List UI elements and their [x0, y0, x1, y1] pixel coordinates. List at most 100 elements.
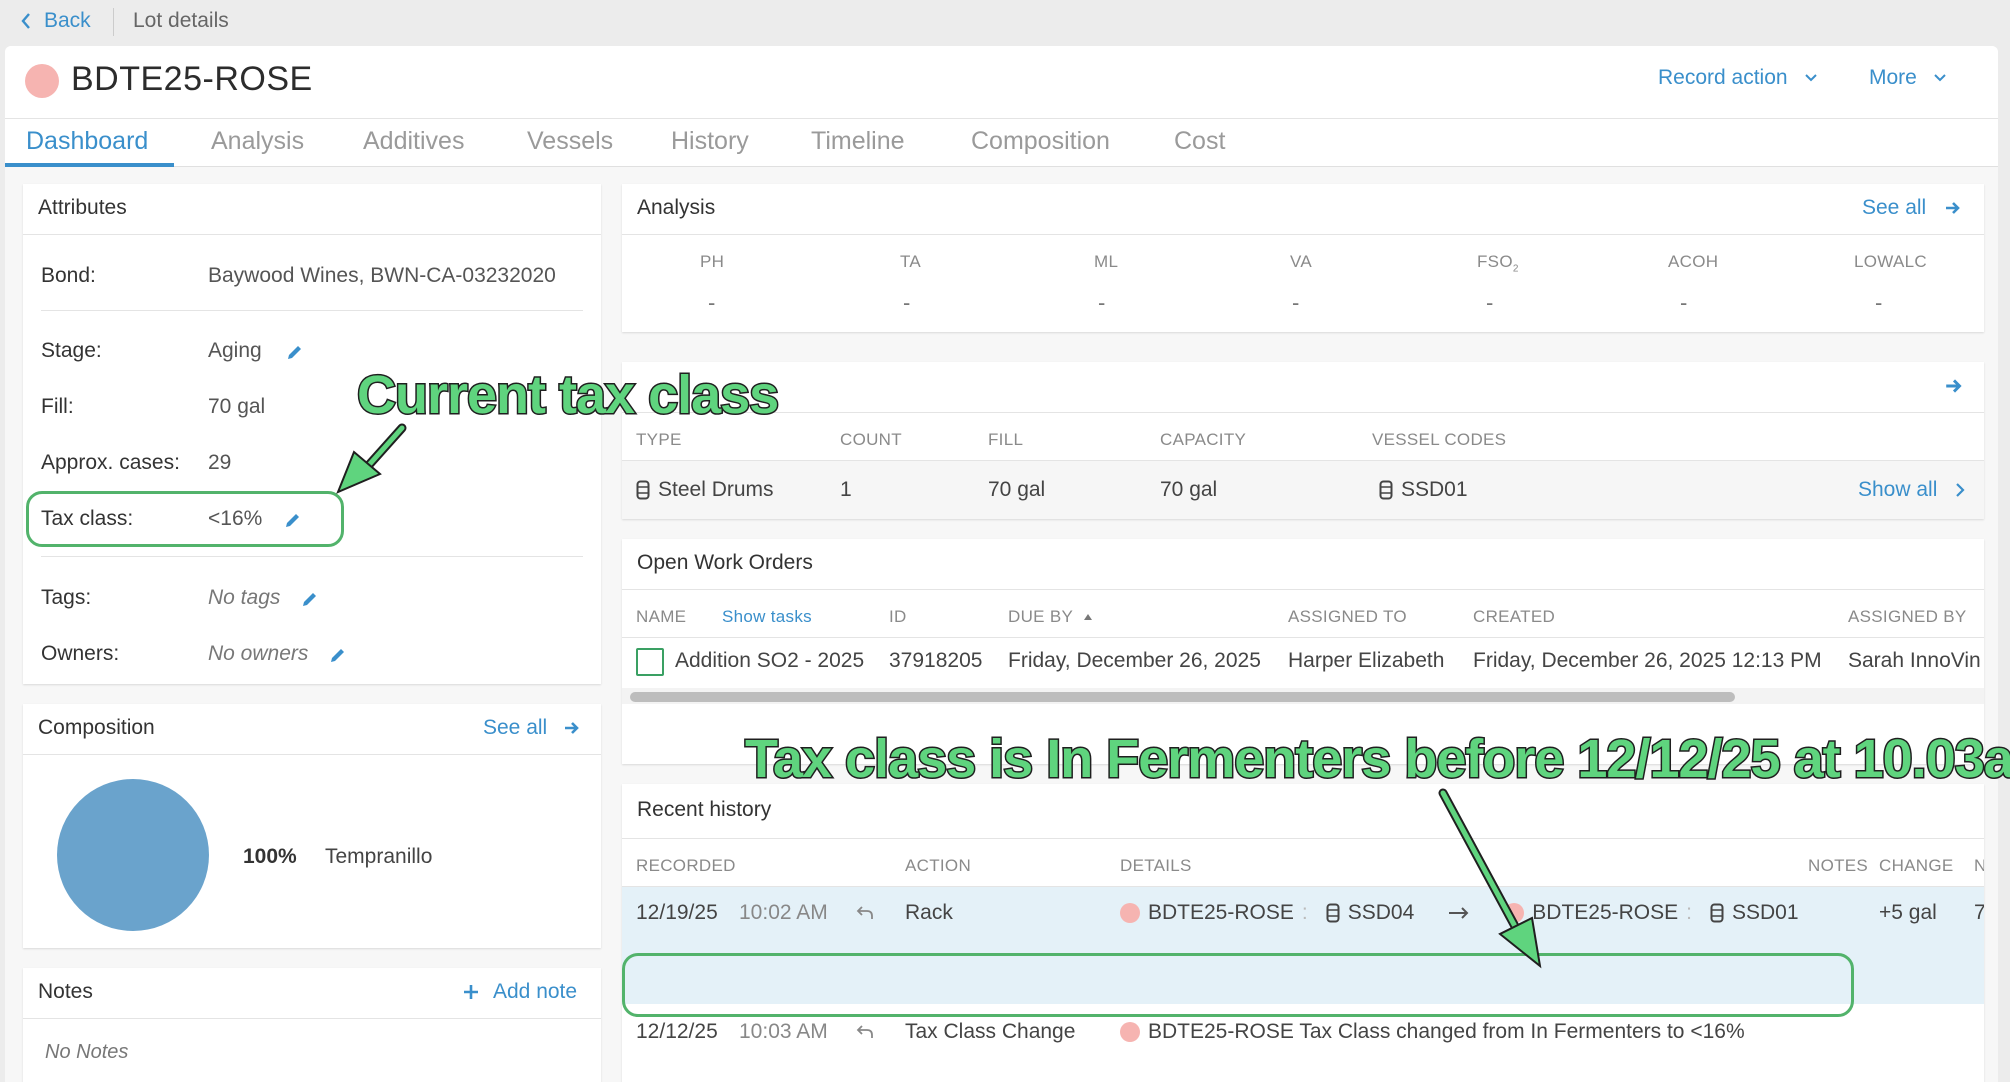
bond-label: Bond:: [41, 264, 96, 287]
wo-col-due-label: DUE BY: [1008, 607, 1074, 626]
more-label: More: [1869, 66, 1917, 89]
owners-label: Owners:: [41, 642, 120, 665]
vessels-col-type: TYPE: [636, 430, 682, 449]
tab-history[interactable]: History: [671, 127, 749, 156]
card-title: Composition: [38, 716, 155, 739]
wo-col-name: NAME: [636, 607, 687, 626]
analysis-value-ph: -: [708, 290, 716, 315]
history-card: Recent history RECORDED ACTION DETAILS N…: [622, 784, 1984, 1082]
analysis-col-ta: TA: [900, 252, 922, 271]
add-note-label: Add note: [493, 980, 578, 1003]
analysis-value-ml: -: [1098, 290, 1106, 315]
barrel-icon: [1710, 903, 1724, 923]
vessels-col-capacity: CAPACITY: [1160, 430, 1247, 449]
show-tasks-link[interactable]: Show tasks: [722, 607, 812, 627]
barrel-icon: [1326, 903, 1340, 923]
composition-see-all[interactable]: See all: [483, 716, 581, 740]
analysis-card: Analysis See all PH TA ML VA FSO2 ACOH L…: [622, 184, 1984, 332]
history-details-rack: BDTE25-ROSE: SSD04 BDTE25-ROSE: SSD01: [1120, 901, 1799, 925]
analysis-value-lowalc: -: [1875, 290, 1883, 315]
analysis-value-ta: -: [903, 290, 911, 315]
divider: [41, 310, 583, 311]
wo-assigned-to: Harper Elizabeth: [1288, 649, 1445, 672]
add-note-button[interactable]: Add note: [463, 980, 577, 1004]
analysis-value-va: -: [1292, 290, 1300, 315]
analysis-value-acoh: -: [1680, 290, 1688, 315]
edit-pencil-icon[interactable]: [300, 589, 320, 609]
tab-timeline[interactable]: Timeline: [811, 127, 905, 156]
horizontal-scrollbar-track[interactable]: [622, 688, 1984, 704]
wo-name[interactable]: Addition SO2 - 2025: [675, 649, 864, 673]
tab-composition[interactable]: Composition: [971, 127, 1110, 156]
notes-card: Notes Add note No Notes: [23, 968, 601, 1082]
scrollbar-thumb[interactable]: [630, 692, 1735, 702]
chevron-down-icon: [1934, 74, 1946, 82]
tab-analysis[interactable]: Analysis: [211, 127, 304, 156]
undo-icon[interactable]: [856, 905, 874, 921]
tab-vessels[interactable]: Vessels: [527, 127, 613, 156]
arrow-right-icon[interactable]: [1944, 376, 1964, 396]
divider: [622, 838, 1984, 839]
history-col-action: ACTION: [905, 856, 972, 875]
wo-col-due[interactable]: DUE BY: [1008, 607, 1093, 627]
tax-class-highlight-box: [26, 491, 344, 547]
edit-pencil-icon[interactable]: [328, 645, 348, 665]
lot-header: BDTE25-ROSE Record action More: [5, 46, 1998, 118]
wo-due: Friday, December 26, 2025: [1008, 649, 1261, 672]
stage-value: Aging: [208, 339, 262, 362]
card-title: Notes: [38, 980, 93, 1003]
table-row: [622, 461, 1984, 519]
tab-dashboard[interactable]: Dashboard: [26, 127, 148, 156]
lot-color-dot: [1120, 1022, 1140, 1042]
stage-label: Stage:: [41, 339, 102, 362]
divider: [622, 637, 1984, 638]
vessels-col-codes: VESSEL CODES: [1372, 430, 1507, 449]
wo-col-assigned-to: ASSIGNED TO: [1288, 607, 1407, 626]
edit-pencil-icon[interactable]: [285, 342, 305, 362]
to-lot: BDTE25-ROSE: [1532, 901, 1679, 924]
tags-value: No tags: [208, 586, 281, 609]
card-title: Recent history: [637, 798, 772, 821]
analysis-see-all[interactable]: See all: [1862, 196, 1962, 220]
back-label: Back: [44, 9, 91, 32]
record-action-label: Record action: [1658, 66, 1788, 89]
barrel-icon: [636, 480, 650, 500]
card-title: Analysis: [637, 196, 716, 219]
history-time: 10:03 AM: [739, 1020, 828, 1043]
page: BDTE25-ROSE Record action More Dashboard…: [5, 46, 1998, 1082]
undo-icon[interactable]: [856, 1024, 874, 1040]
from-lot: BDTE25-ROSE: [1148, 901, 1294, 924]
tab-cost[interactable]: Cost: [1174, 127, 1225, 156]
history-date: 12/19/25: [636, 901, 718, 924]
history-highlight-box: [622, 953, 1854, 1017]
back-link[interactable]: Back: [20, 9, 91, 33]
to-vessel: SSD01: [1731, 901, 1799, 924]
lot-color-dot: [25, 64, 59, 98]
history-col-n: N: [1974, 856, 1984, 875]
barrel-icon: [1379, 480, 1393, 500]
annotation-tax-before: Tax class is In Fermenters before 12/12/…: [744, 728, 2010, 791]
history-action: Rack: [905, 901, 953, 924]
vessels-card: TYPE COUNT FILL CAPACITY VESSEL CODES St…: [622, 362, 1984, 519]
annotation-current-tax: Current tax class: [355, 364, 780, 427]
divider: [23, 754, 601, 755]
more-button[interactable]: More: [1869, 66, 1947, 90]
top-bar: Back Lot details: [0, 0, 2010, 44]
history-change: +5 gal: [1879, 901, 1937, 924]
record-action-button[interactable]: Record action: [1658, 66, 1818, 90]
arrow-right-icon: [565, 722, 580, 734]
analysis-col-acoh: ACOH: [1668, 252, 1719, 271]
work-order-checkbox[interactable]: [636, 648, 664, 676]
vessels-show-all[interactable]: Show all: [1858, 478, 1965, 502]
tab-additives[interactable]: Additives: [363, 127, 464, 156]
history-time: 10:02 AM: [739, 901, 828, 924]
arrow-right-icon: [1946, 202, 1961, 214]
history-col-notes: NOTES: [1808, 856, 1869, 875]
history-n: 7: [1974, 901, 1984, 924]
fill-label: Fill:: [41, 395, 74, 418]
chevron-down-icon: [1804, 74, 1817, 82]
history-col-change: CHANGE: [1879, 856, 1954, 875]
history-date: 12/12/25: [636, 1020, 718, 1043]
card-title: Attributes: [38, 196, 127, 219]
vessels-col-count: COUNT: [840, 430, 902, 449]
